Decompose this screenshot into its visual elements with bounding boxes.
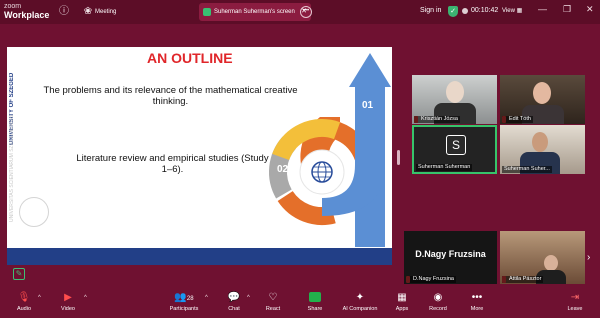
sign-in-button[interactable]: Sign in [420, 7, 441, 14]
participant-tile-active[interactable]: S Suherman Suherman [412, 125, 497, 174]
sparkle-icon: ✦ [355, 292, 365, 303]
participant-tile[interactable]: Krisztián Józsa [412, 75, 497, 124]
participants-icon: 👥28 [174, 292, 194, 303]
more-tabs-icon[interactable]: ••• [300, 6, 312, 18]
participant-tile[interactable]: Attila Pásztor [500, 231, 585, 284]
zoom-logo: zoom Workplace [4, 3, 50, 20]
participant-name: Suherman Suher... [502, 166, 552, 173]
outline-diagram: 01 02 [269, 53, 391, 247]
avatar: S [446, 135, 466, 155]
ai-companion-button[interactable]: ✦ AI Companion [338, 291, 382, 317]
restore-icon[interactable]: ❐ [563, 4, 571, 15]
participant-name: Suherman Suherman [416, 164, 473, 171]
more-button[interactable]: ••• More [455, 291, 499, 317]
record-icon: ◉ [433, 292, 443, 303]
chat-caret-icon[interactable]: ^ [247, 295, 250, 301]
more-icon: ••• [471, 292, 483, 303]
resize-handle[interactable] [397, 150, 400, 165]
window-close-icon[interactable]: ✕ [586, 4, 594, 15]
meeting-icon: ❀ [83, 6, 93, 17]
leave-icon: ⇥ [570, 292, 580, 303]
leave-button[interactable]: ⇥ Leave [553, 291, 597, 317]
annotate-icon[interactable]: ✎ [13, 268, 25, 280]
meeting-toolbar: 🎙 Audio ^ ▶ Video ^ 👥28 Participants ^ 💬… [0, 289, 600, 318]
title-bar: zoom Workplace ⓘ ❀ Meeting Suherman Suhe… [0, 0, 600, 24]
participant-tile[interactable]: D.Nagy Fruzsina D.Nagy Fruzsina [404, 231, 497, 284]
audio-options-caret-icon[interactable]: ^ [38, 295, 41, 301]
participant-name: Edit Tóth [502, 116, 533, 123]
recording-dot-icon [462, 7, 468, 14]
shared-screen: UNIVERSITY OF SZEGED UNIVERSITAS SCIENTI… [7, 47, 392, 265]
participants-caret-icon[interactable]: ^ [205, 295, 208, 301]
shield-icon[interactable]: ✓ [448, 6, 458, 17]
tab-shared-screen[interactable]: Suherman Suherman's screen ✕ [199, 3, 311, 21]
react-button[interactable]: ♡ React [251, 291, 295, 317]
slide-footer-band [7, 248, 392, 265]
video-options-caret-icon[interactable]: ^ [84, 295, 87, 301]
participant-display-name: D.Nagy Fruzsina [415, 249, 486, 259]
info-icon[interactable]: ⓘ [58, 6, 70, 18]
screen-share-icon [203, 8, 211, 16]
participant-name: Krisztián Józsa [414, 116, 460, 123]
share-button[interactable]: Share [293, 291, 337, 317]
participant-name: Attila Pásztor [502, 276, 544, 283]
tab-meeting[interactable]: ❀ Meeting [82, 3, 182, 21]
view-button[interactable]: View ▦ [502, 7, 522, 14]
badge-01: 01 [362, 100, 374, 111]
participant-tile[interactable]: Suherman Suher... [500, 125, 585, 174]
participants-button[interactable]: 👥28 Participants [162, 291, 206, 317]
record-button[interactable]: ◉ Record [416, 291, 460, 317]
share-icon [293, 291, 337, 305]
chevron-right-icon[interactable]: › [587, 252, 590, 263]
meeting-timer: 00:10:42 [462, 7, 498, 14]
heart-icon: ♡ [268, 292, 278, 303]
participant-tile[interactable]: Edit Tóth [500, 75, 585, 124]
badge-02: 02 [277, 164, 289, 175]
participant-name: D.Nagy Fruzsina [406, 276, 456, 283]
minimize-icon[interactable]: — [538, 4, 547, 14]
